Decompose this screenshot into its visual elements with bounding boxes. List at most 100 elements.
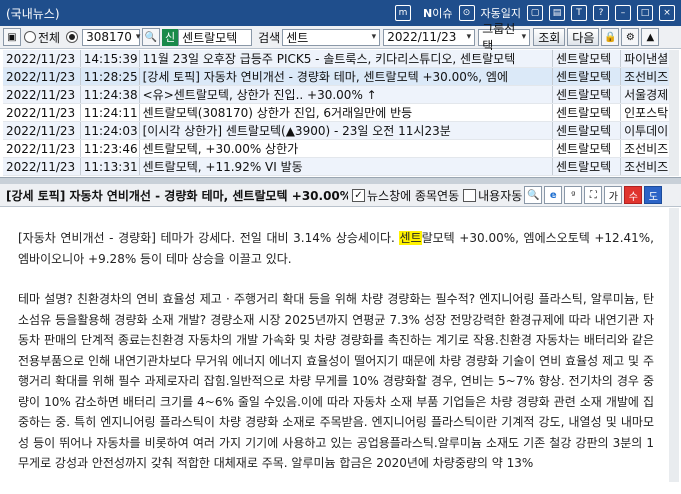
search-label: 검색: [258, 30, 281, 45]
issue-label: 이슈: [432, 7, 453, 20]
news-row[interactable]: 2022/11/23 11:23:46 센트랄모텍, +30.00% 상한가 센트랄모…: [3, 139, 678, 158]
news-title-cell: 센트랄모텍, +30.00% 상한가: [139, 139, 554, 158]
news-time-cell: 14:15:39: [80, 50, 140, 68]
news-date-cell: 2022/11/23: [3, 50, 81, 68]
search-toolbar: ▣ 전체 308170 🔍 신 센트랄모텍 검색 센트 2022/11/23 그…: [0, 22, 681, 53]
buy-button[interactable]: 수: [624, 186, 643, 204]
lock-icon[interactable]: 🔒: [601, 28, 620, 46]
news-row[interactable]: 2022/11/23 11:28:25 [강세 토픽] 자동차 연비개선 - 경량화…: [3, 67, 678, 86]
panel-toggle-icon[interactable]: ▣: [3, 28, 21, 46]
news-stock-cell: 센트랄모텍: [552, 139, 622, 158]
news-stock-cell: 센트랄모텍: [552, 67, 622, 86]
minimize-icon[interactable]: –: [615, 5, 631, 21]
content-checkbox-label: 내용자동: [478, 188, 523, 203]
news-date-cell: 2022/11/23: [3, 139, 81, 158]
settings-icon[interactable]: ⚙: [621, 28, 640, 46]
arrow-up-icon[interactable]: ▲: [641, 28, 660, 46]
detail-toolbar: [강세 토픽] 자동차 연비개선 - 경량화 테마, 센트랄모텍 +30.00%…: [0, 184, 681, 207]
news-date-cell: 2022/11/23: [3, 85, 81, 104]
news-row[interactable]: 2022/11/23 11:13:31 센트랄모텍, +11.92% VI 발동 센트…: [3, 157, 678, 176]
news-scrollbar[interactable]: [669, 50, 679, 176]
date-input[interactable]: 2022/11/23: [383, 28, 476, 46]
search-highlight: 센트: [399, 231, 422, 245]
news-row[interactable]: 2022/11/23 14:15:39 11월 23일 오후장 급등주 PICK5 …: [3, 50, 678, 68]
news-stock-cell: 센트랄모텍: [552, 121, 622, 140]
news-time-cell: 11:24:03: [80, 121, 140, 140]
font-smaller-icon[interactable]: ᵍ: [564, 186, 583, 204]
article-paragraph-1: [자동차 연비개선 - 경량화] 테마가 강세다. 전일 대비 3.14% 상승…: [18, 228, 654, 269]
news-stock-cell: 센트랄모텍: [552, 85, 622, 104]
news-time-cell: 11:24:11: [80, 103, 140, 122]
radio-all[interactable]: 전체: [24, 28, 60, 46]
radio-all-circle[interactable]: [24, 31, 36, 43]
news-title-cell: 11월 23일 오후장 급등주 PICK5 - 솔트룩스, 키다리스튜디오, 센…: [139, 50, 554, 68]
font-larger-button[interactable]: 가: [604, 186, 623, 204]
stock-code-input[interactable]: 308170: [82, 28, 141, 46]
article-body: [자동차 연비개선 - 경량화] 테마가 강세다. 전일 대비 3.14% 상승…: [18, 228, 654, 494]
issue-n-mark: N: [423, 6, 433, 20]
news-row[interactable]: 2022/11/23 11:24:38 <유>센트랄모텍, 상한가 진입.. +30…: [3, 85, 678, 104]
stock-name-field: 센트랄모텍: [178, 28, 253, 46]
news-title-cell: 센트랄모텍, +11.92% VI 발동: [139, 157, 554, 176]
search-keyword-input[interactable]: 센트: [282, 28, 381, 46]
radio-code[interactable]: [66, 28, 80, 46]
sell-button[interactable]: 도: [644, 186, 663, 204]
group-select[interactable]: 그룹선택: [478, 22, 531, 53]
detail-title: [강세 토픽] 자동차 연비개선 - 경량화 테마, 센트랄모텍 +30.00%…: [6, 188, 348, 203]
clip-icon: ⊙: [458, 5, 475, 21]
font-size-icon[interactable]: T: [571, 5, 587, 21]
group-select-value: 그룹선택: [482, 22, 516, 53]
search-keyword-value: 센트: [286, 30, 309, 45]
pane-splitter[interactable]: [0, 177, 681, 184]
news-title-cell: [강세 토픽] 자동차 연비개선 - 경량화 테마, 센트랄모텍 +30.00%…: [139, 67, 554, 86]
zoom-search-icon[interactable]: 🔍: [524, 186, 543, 204]
link-checkbox-label: 뉴스창에 종목연동: [367, 188, 460, 203]
autoclip-label: 자동일지: [480, 7, 521, 20]
news-stock-cell: 센트랄모텍: [552, 103, 622, 122]
article-scrollbar[interactable]: [669, 208, 679, 482]
title-bar-controls: m N 이슈 ⊙ 자동일지 ▢ ▤ T ? – □ ×: [395, 0, 681, 26]
help-icon[interactable]: ?: [593, 5, 609, 21]
news-table: 2022/11/23 14:15:39 11월 23일 오후장 급등주 PICK5 …: [3, 50, 678, 176]
maximize-icon[interactable]: □: [637, 5, 653, 21]
news-date-cell: 2022/11/23: [3, 67, 81, 86]
close-icon[interactable]: ×: [659, 5, 675, 21]
news-date-cell: 2022/11/23: [3, 103, 81, 122]
news-time-cell: 11:24:38: [80, 85, 140, 104]
title-bar: (국내뉴스) m N 이슈 ⊙ 자동일지 ▢ ▤ T ? – □ ×: [0, 0, 681, 26]
stock-code-value: 308170: [86, 30, 132, 44]
news-title-cell: 센트랄모텍(308170) 상한가 진입, 6거래일만에 반등: [139, 103, 554, 122]
news-time-cell: 11:13:31: [80, 157, 140, 176]
news-time-cell: 11:28:25: [80, 67, 140, 86]
news-table-body: 2022/11/23 14:15:39 11월 23일 오후장 급등주 PICK5 …: [3, 50, 678, 176]
news-title-cell: <유>센트랄모텍, 상한가 진입.. +30.00% ↑: [139, 85, 554, 104]
stock-name-value: 센트랄모텍: [182, 30, 238, 45]
date-value: 2022/11/23: [387, 30, 457, 44]
issue-button[interactable]: N 이슈: [423, 5, 452, 21]
new-listing-badge: 신: [162, 28, 179, 46]
news-date-cell: 2022/11/23: [3, 121, 81, 140]
radio-code-circle[interactable]: [66, 31, 79, 43]
news-row[interactable]: 2022/11/23 11:24:11 센트랄모텍(308170) 상한가 진입, …: [3, 103, 678, 122]
stock-search-icon[interactable]: 🔍: [142, 28, 161, 46]
next-button[interactable]: 다음: [567, 28, 600, 46]
article-p1-pre: [자동차 연비개선 - 경량화] 테마가 강세다. 전일 대비 3.14% 상승…: [18, 231, 400, 245]
window-split-icon[interactable]: ▤: [549, 5, 565, 21]
radio-all-label: 전체: [38, 30, 61, 45]
news-stock-cell: 센트랄모텍: [552, 157, 622, 176]
window-title: (국내뉴스): [6, 6, 60, 21]
news-list-box: m: [395, 5, 412, 21]
query-button[interactable]: 조회: [533, 28, 566, 46]
window-layout-icon[interactable]: ▢: [527, 5, 543, 21]
news-stock-cell: 센트랄모텍: [552, 50, 622, 68]
browser-e-icon[interactable]: e: [544, 186, 563, 204]
news-date-cell: 2022/11/23: [3, 157, 81, 176]
news-row[interactable]: 2022/11/23 11:24:03 [이시각 상한가] 센트랄모텍(▲3900)…: [3, 121, 678, 140]
article-paragraph-2: 테마 설명? 친환경차의 연비 효율성 제고 · 주행거리 확대 등을 위해 차…: [18, 292, 654, 470]
clip-button[interactable]: ⊙ 자동일지: [458, 5, 521, 21]
news-list-icon[interactable]: m: [395, 5, 417, 21]
news-time-cell: 11:23:46: [80, 139, 140, 158]
link-checkbox[interactable]: ✓: [352, 188, 365, 202]
fit-window-icon[interactable]: ⛶: [584, 186, 603, 204]
content-checkbox[interactable]: [463, 188, 477, 202]
